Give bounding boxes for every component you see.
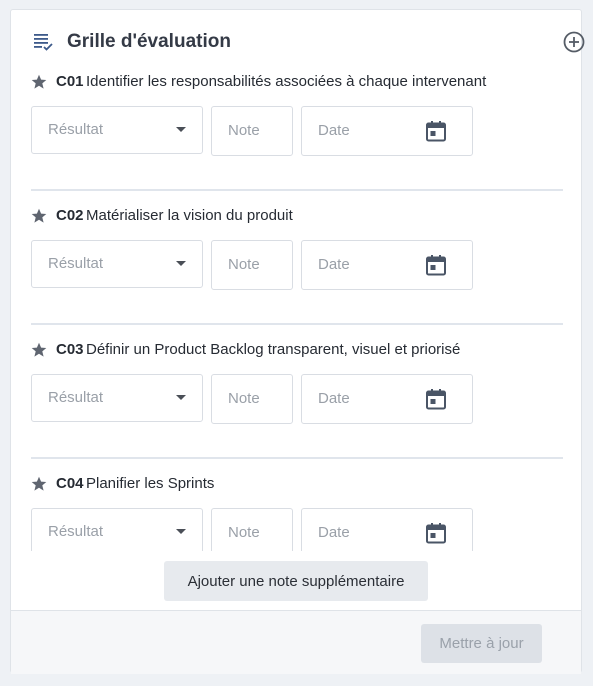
note-placeholder: Note (228, 390, 260, 407)
caret-down-icon (176, 395, 186, 400)
caret-down-icon (176, 127, 186, 132)
result-select[interactable]: Résultat (31, 240, 203, 288)
update-button[interactable]: Mettre à jour (421, 624, 542, 663)
criterion-code: C01 (56, 73, 84, 90)
add-note-button[interactable]: Ajouter une note supplémentaire (164, 561, 428, 601)
date-input[interactable]: Date (301, 106, 473, 156)
criterion-item: C01 Identifier les responsabilités assoc… (31, 70, 563, 204)
calendar-icon[interactable] (425, 254, 447, 276)
result-placeholder: Résultat (48, 523, 104, 540)
criterion-header: C04 Planifier les Sprints (31, 472, 563, 498)
divider (31, 189, 563, 191)
star-icon (31, 476, 47, 491)
criterion-code: C02 (56, 207, 84, 224)
date-placeholder: Date (318, 122, 350, 139)
result-select[interactable]: Résultat (31, 508, 203, 551)
criterion-code: C03 (56, 341, 84, 358)
card-header: Grille d'évaluation (33, 30, 585, 56)
criterion-text: Définir un Product Backlog transparent, … (86, 341, 461, 358)
star-icon (31, 208, 47, 223)
criterion-header: C02 Matérialiser la vision du produit (31, 204, 563, 230)
note-input[interactable]: Note (211, 374, 293, 424)
star-icon (31, 342, 47, 357)
caret-down-icon (176, 529, 186, 534)
date-placeholder: Date (318, 256, 350, 273)
result-placeholder: Résultat (48, 255, 104, 272)
caret-down-icon (176, 261, 186, 266)
criterion-code: C04 (56, 475, 84, 492)
note-input[interactable]: Note (211, 240, 293, 290)
criterion-item: C04 Planifier les Sprints Résultat Note … (31, 472, 563, 551)
panel-title: Grille d'évaluation (67, 31, 231, 52)
date-placeholder: Date (318, 390, 350, 407)
result-select[interactable]: Résultat (31, 106, 203, 154)
plus-circle-icon[interactable] (563, 31, 585, 53)
result-placeholder: Résultat (48, 121, 104, 138)
criterion-text: Identifier les responsabilités associées… (86, 73, 487, 90)
note-placeholder: Note (228, 524, 260, 541)
note-placeholder: Note (228, 122, 260, 139)
criterion-text: Matérialiser la vision du produit (86, 207, 293, 224)
checklist-icon (34, 34, 53, 51)
note-placeholder: Note (228, 256, 260, 273)
criterion-header: C01 Identifier les responsabilités assoc… (31, 70, 563, 96)
calendar-icon[interactable] (425, 522, 447, 544)
criterion-header: C03 Définir un Product Backlog transpare… (31, 338, 563, 364)
result-select[interactable]: Résultat (31, 374, 203, 422)
card-footer: Mettre à jour (11, 610, 581, 674)
criteria-list[interactable]: C01 Identifier les responsabilités assoc… (31, 70, 563, 551)
date-input[interactable]: Date (301, 240, 473, 290)
result-placeholder: Résultat (48, 389, 104, 406)
date-input[interactable]: Date (301, 374, 473, 424)
note-input[interactable]: Note (211, 508, 293, 551)
criterion-text: Planifier les Sprints (86, 475, 215, 492)
divider (31, 457, 563, 459)
calendar-icon[interactable] (425, 388, 447, 410)
calendar-icon[interactable] (425, 120, 447, 142)
date-input[interactable]: Date (301, 508, 473, 551)
evaluation-grid-card: Grille d'évaluation C01 Identifier les r… (10, 9, 585, 674)
date-placeholder: Date (318, 524, 350, 541)
divider (31, 323, 563, 325)
criterion-item: C02 Matérialiser la vision du produit Ré… (31, 204, 563, 338)
note-input[interactable]: Note (211, 106, 293, 156)
star-icon (31, 74, 47, 89)
criterion-item: C03 Définir un Product Backlog transpare… (31, 338, 563, 472)
